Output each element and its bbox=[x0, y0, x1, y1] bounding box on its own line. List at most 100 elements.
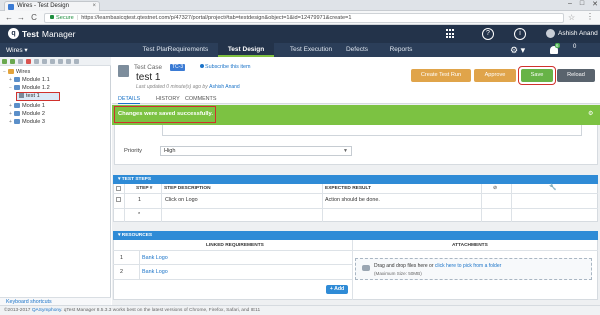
browser-tab-title: Wires - Test Design bbox=[17, 3, 69, 9]
tab-test-execution[interactable]: Test Execution bbox=[283, 43, 339, 57]
linked-requirement-link[interactable]: Bank Logo bbox=[142, 253, 168, 263]
row-checkbox[interactable] bbox=[116, 197, 121, 202]
maximize-icon[interactable]: □ bbox=[580, 0, 584, 10]
attachment-icon: ⊘ bbox=[493, 186, 498, 191]
favicon-icon bbox=[8, 4, 14, 10]
info-icon[interactable]: i bbox=[514, 28, 526, 40]
tree-item[interactable]: + Module 2 bbox=[0, 110, 111, 118]
step-number: 1 bbox=[138, 197, 141, 203]
tab-reports[interactable]: Reports bbox=[386, 43, 416, 57]
subscribe-link[interactable]: Subscribe this item bbox=[200, 64, 251, 70]
url-input[interactable]: Secure | https://learnbasicqtest.qtestnet.… bbox=[44, 13, 564, 23]
notifications-bell-icon[interactable]: 6 bbox=[549, 43, 560, 55]
tab-details[interactable]: DETAILS bbox=[118, 96, 141, 104]
resources-header[interactable]: ▾ RESOURCES bbox=[113, 231, 598, 240]
folder-icon bbox=[14, 119, 20, 124]
tab-history[interactable]: HISTORY bbox=[156, 96, 180, 104]
test-case-label: Test Case bbox=[134, 64, 162, 71]
test-case-id-badge: TC-3 bbox=[170, 64, 186, 71]
requirement-number: 2 bbox=[120, 269, 123, 275]
tree-item[interactable]: + Module 3 bbox=[0, 118, 111, 126]
import-icon[interactable] bbox=[50, 59, 55, 64]
new-step-marker[interactable]: * bbox=[138, 210, 140, 220]
close-window-icon[interactable]: ✕ bbox=[592, 0, 598, 10]
notification-settings-icon[interactable]: ⚙ bbox=[588, 110, 593, 117]
browser-menu-icon[interactable]: ⋮ bbox=[586, 12, 594, 21]
filter-icon[interactable] bbox=[66, 59, 71, 64]
browser-tab[interactable]: Wires - Test Design × bbox=[4, 1, 100, 11]
tree-root[interactable]: − Wires bbox=[0, 68, 111, 76]
project-selector[interactable]: Wires ▾ bbox=[6, 46, 28, 54]
logo-mark-icon: q bbox=[8, 28, 19, 39]
lock-icon bbox=[50, 15, 54, 19]
add-testcase-icon[interactable] bbox=[10, 59, 15, 64]
step-description[interactable]: Click on Logo bbox=[165, 195, 198, 205]
attachments-header: ATTACHMENTS bbox=[452, 243, 488, 248]
max-size-note: (Maximum Size: 50MB) bbox=[374, 271, 422, 276]
delete-icon[interactable] bbox=[26, 59, 31, 64]
browser-tab-bar: Wires - Test Design × – □ ✕ bbox=[0, 0, 600, 11]
user-menu[interactable]: Ashish Anand bbox=[546, 29, 598, 38]
tree-panel: − Wires + Module 1.1 − Module 1.2 test 1 + M… bbox=[0, 57, 111, 305]
test-case-icon bbox=[118, 65, 129, 77]
select-all-checkbox[interactable] bbox=[116, 186, 121, 191]
reload-page-icon[interactable]: C bbox=[29, 13, 39, 23]
folder-icon bbox=[14, 77, 20, 82]
tab-requirements[interactable]: Requirements bbox=[164, 43, 212, 57]
bookmark-star-icon[interactable]: ☆ bbox=[568, 13, 575, 22]
last-updated-info: Last updated 0 minute(s) ago by Ashish A… bbox=[136, 84, 240, 90]
tree-item-test-1[interactable]: test 1 bbox=[16, 92, 60, 101]
create-test-run-button[interactable]: Create Test Run bbox=[411, 69, 471, 82]
copy-icon[interactable] bbox=[34, 59, 39, 64]
chevron-down-icon: ▼ bbox=[343, 148, 348, 154]
tab-test-design[interactable]: Test Design bbox=[218, 43, 274, 57]
attachment-dropzone[interactable]: Drag and drop files here or click here t… bbox=[355, 258, 592, 280]
description-field[interactable] bbox=[162, 125, 582, 136]
logo-name: Test bbox=[22, 28, 39, 39]
folder-icon bbox=[14, 111, 20, 116]
test-steps-header[interactable]: ▾ TEST STEPS bbox=[113, 175, 598, 184]
linked-requirements-header: LINKED REQUIREMENTS bbox=[206, 243, 264, 248]
tree-item[interactable]: + Module 1.1 bbox=[0, 76, 111, 84]
close-tab-icon[interactable]: × bbox=[92, 2, 96, 11]
app-header: q Test Manager ? i Ashish Anand bbox=[0, 25, 600, 43]
folder-icon bbox=[14, 103, 20, 108]
tree-item[interactable]: − Module 1.2 bbox=[0, 84, 111, 92]
tree-item[interactable]: + Module 1 bbox=[0, 102, 111, 110]
column-header-description: STEP DESCRIPTION bbox=[164, 186, 211, 191]
company-link[interactable]: QASymphony bbox=[32, 308, 61, 313]
help-icon[interactable]: ? bbox=[482, 28, 494, 40]
address-bar: ← → C Secure | https://learnbasicqtest.qte… bbox=[0, 11, 600, 25]
notification-badge: 6 bbox=[555, 43, 560, 48]
reload-button[interactable]: Reload bbox=[557, 69, 595, 82]
qtest-logo[interactable]: q Test Manager bbox=[8, 28, 75, 39]
column-header-expected: EXPECTED RESULT bbox=[325, 186, 372, 191]
project-folder-icon bbox=[8, 69, 14, 74]
test-case-title[interactable]: test 1 bbox=[136, 72, 160, 83]
approve-button[interactable]: Approve bbox=[474, 69, 516, 82]
minimize-icon[interactable]: – bbox=[568, 0, 572, 10]
export-icon[interactable] bbox=[58, 59, 63, 64]
settings-gear-icon[interactable]: ⚙ ▾ bbox=[510, 45, 525, 56]
refresh-icon[interactable] bbox=[74, 59, 79, 64]
tab-defects[interactable]: Defects bbox=[342, 43, 372, 57]
apps-grid-icon[interactable] bbox=[446, 29, 456, 39]
add-module-icon[interactable] bbox=[2, 59, 7, 64]
add-requirement-button[interactable]: + Add bbox=[326, 285, 348, 294]
secure-label: Secure bbox=[56, 15, 74, 21]
pick-from-folder-link[interactable]: click here to pick from a folder bbox=[435, 263, 501, 269]
step-expected-result[interactable]: Action should be done. bbox=[325, 195, 380, 205]
edit-icon[interactable] bbox=[18, 59, 23, 64]
module-nav: Wires ▾ Test Plan Requirements Test Desi… bbox=[0, 43, 600, 57]
paste-icon[interactable] bbox=[42, 59, 47, 64]
priority-label: Priority bbox=[124, 148, 143, 154]
tab-comments[interactable]: COMMENTS bbox=[185, 96, 216, 104]
collapse-toggle-icon[interactable]: − bbox=[2, 68, 7, 76]
priority-select[interactable]: High ▼ bbox=[160, 146, 352, 156]
forward-icon[interactable]: → bbox=[16, 13, 26, 23]
keyboard-shortcuts-link[interactable]: Keyboard shortcuts bbox=[0, 297, 111, 305]
linked-requirement-link[interactable]: Bank Logo bbox=[142, 267, 168, 277]
avatar bbox=[546, 29, 555, 38]
back-icon[interactable]: ← bbox=[4, 13, 14, 23]
last-updated-user-link[interactable]: Ashish Anand bbox=[209, 84, 240, 90]
